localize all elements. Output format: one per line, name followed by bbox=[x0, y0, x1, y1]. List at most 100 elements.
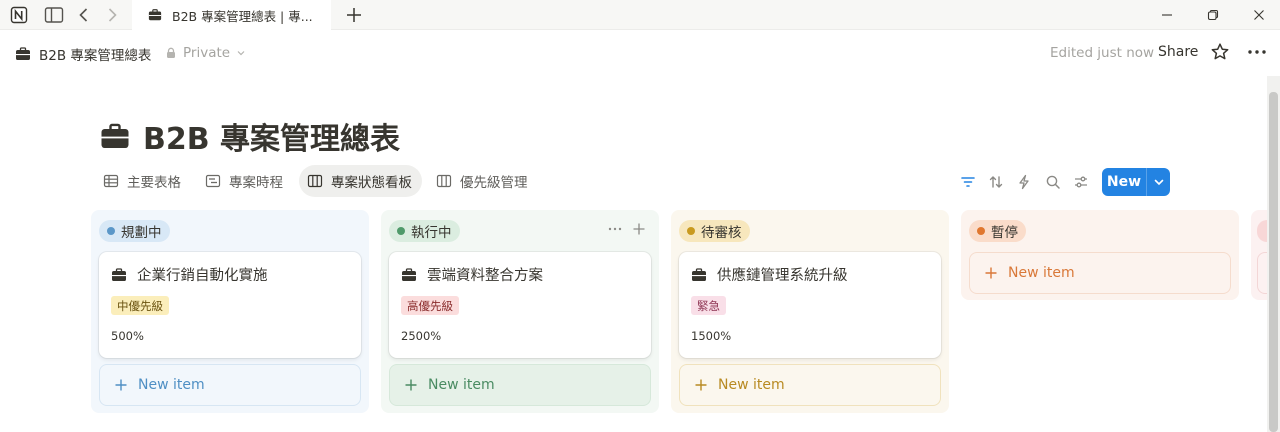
board-card[interactable]: 企業行銷自動化實施 中優先級 500% bbox=[99, 252, 361, 358]
lightning-icon[interactable] bbox=[1016, 174, 1032, 190]
board-card[interactable]: 雲端資料整合方案 高優先級 2500% bbox=[389, 252, 651, 358]
tab-main-table[interactable]: 主要表格 bbox=[95, 165, 191, 197]
plus-icon bbox=[985, 267, 997, 279]
board-icon bbox=[436, 174, 452, 188]
more-options-icon[interactable] bbox=[1246, 42, 1268, 62]
sidebar-toggle-icon[interactable] bbox=[44, 6, 64, 24]
column-header[interactable]: 待審核 bbox=[679, 220, 750, 242]
search-icon[interactable] bbox=[1045, 174, 1061, 190]
status-dot bbox=[977, 227, 985, 235]
column-name: 暫停 bbox=[991, 225, 1018, 241]
share-button[interactable]: Share bbox=[1158, 44, 1198, 60]
breadcrumb[interactable]: B2B 專案管理總表 bbox=[15, 44, 151, 64]
privacy-dropdown[interactable]: Private bbox=[165, 45, 246, 61]
sort-icon[interactable] bbox=[988, 174, 1004, 190]
column-name: 待審核 bbox=[701, 225, 742, 241]
status-dot bbox=[687, 227, 695, 235]
plus-icon[interactable] bbox=[631, 221, 647, 237]
tab-title: B2B 專案管理總表 | 專... bbox=[172, 8, 313, 24]
page-header: B2B 專案管理總表 Private Edited just now Share bbox=[0, 30, 1280, 76]
column-actions bbox=[607, 221, 647, 237]
browser-tab-active[interactable]: B2B 專案管理總表 | 專... bbox=[132, 0, 331, 30]
lock-icon bbox=[167, 47, 175, 58]
column-header-partial[interactable] bbox=[1257, 220, 1267, 242]
new-tab-plus-icon[interactable] bbox=[344, 5, 364, 25]
tab-label: 專案狀態看板 bbox=[331, 175, 412, 191]
board-column: 暫停 New item bbox=[961, 210, 1239, 300]
page-title[interactable]: B2B 專案管理總表 bbox=[100, 114, 400, 158]
settings-sliders-icon[interactable] bbox=[1073, 174, 1089, 190]
edited-status: Edited just now bbox=[1050, 45, 1155, 61]
new-item-label: New item bbox=[718, 377, 785, 393]
board-column: 執行中 雲端資料整合方案 高優先級 2500% New item bbox=[381, 210, 659, 413]
column-header[interactable]: 執行中 bbox=[389, 220, 460, 242]
card-title: 供應鏈管理系統升級 bbox=[691, 264, 848, 285]
status-dot bbox=[397, 227, 405, 235]
new-item-label: New item bbox=[428, 377, 495, 393]
new-button-label: New bbox=[1106, 174, 1142, 190]
briefcase-icon bbox=[148, 9, 162, 21]
plus-icon bbox=[405, 379, 417, 391]
briefcase-icon bbox=[112, 267, 126, 281]
view-tabs: 主要表格 專案時程 專案狀態看板 優先級管理 bbox=[95, 164, 544, 198]
briefcase-icon bbox=[16, 47, 30, 60]
new-item-button[interactable]: New item bbox=[99, 364, 361, 406]
minimize-icon[interactable] bbox=[1144, 0, 1190, 30]
board-column: 待審核 供應鏈管理系統升級 緊急 1500% New item bbox=[671, 210, 949, 413]
card-title: 企業行銷自動化實施 bbox=[111, 264, 268, 285]
notion-logo-icon[interactable] bbox=[10, 6, 28, 24]
plus-icon bbox=[695, 379, 707, 391]
privacy-label: Private bbox=[183, 45, 231, 61]
tab-project-status-board[interactable]: 專案狀態看板 bbox=[299, 165, 422, 197]
new-button[interactable]: New bbox=[1102, 168, 1170, 196]
forward-arrow-icon[interactable] bbox=[104, 6, 120, 24]
tab-project-timeline[interactable]: 專案時程 bbox=[197, 165, 293, 197]
card-title-text: 供應鏈管理系統升級 bbox=[717, 268, 848, 284]
briefcase-icon bbox=[692, 267, 706, 281]
more-options-icon[interactable] bbox=[607, 221, 623, 237]
new-item-button[interactable]: New item bbox=[679, 364, 941, 406]
priority-tag: 中優先級 bbox=[111, 296, 169, 315]
table-icon bbox=[103, 174, 119, 188]
tab-label: 主要表格 bbox=[127, 175, 181, 191]
column-name: 規劃中 bbox=[121, 225, 162, 241]
window-title-bar: B2B 專案管理總表 | 專... bbox=[0, 0, 1280, 30]
board-column: 規劃中 企業行銷自動化實施 中優先級 500% New item bbox=[91, 210, 369, 413]
progress-percent: 2500% bbox=[401, 329, 442, 343]
progress-percent: 500% bbox=[111, 329, 144, 343]
board-card[interactable]: 供應鏈管理系統升級 緊急 1500% bbox=[679, 252, 941, 358]
new-item-label: New item bbox=[138, 377, 205, 393]
chevron-down-icon[interactable] bbox=[1147, 176, 1170, 188]
restore-icon[interactable] bbox=[1190, 0, 1236, 30]
card-title-text: 雲端資料整合方案 bbox=[427, 268, 543, 284]
briefcase-icon bbox=[402, 267, 416, 281]
board-icon bbox=[307, 174, 323, 188]
column-header[interactable]: 暫停 bbox=[969, 220, 1026, 242]
close-icon[interactable] bbox=[1236, 0, 1280, 30]
priority-tag: 緊急 bbox=[691, 296, 726, 315]
column-header[interactable]: 規劃中 bbox=[99, 220, 170, 242]
briefcase-icon bbox=[101, 123, 129, 148]
plus-icon bbox=[115, 379, 127, 391]
scrollbar-thumb[interactable] bbox=[1269, 92, 1278, 432]
card-title-text: 企業行銷自動化實施 bbox=[137, 268, 268, 284]
new-item-button-partial[interactable] bbox=[1257, 252, 1267, 294]
timeline-icon bbox=[205, 174, 221, 188]
back-arrow-icon[interactable] bbox=[76, 6, 92, 24]
filter-icon[interactable] bbox=[960, 174, 976, 190]
star-icon[interactable] bbox=[1210, 42, 1230, 62]
page-title-text: B2B 專案管理總表 bbox=[143, 122, 401, 157]
breadcrumb-title: B2B 專案管理總表 bbox=[39, 48, 152, 64]
new-item-label: New item bbox=[1008, 265, 1075, 281]
new-item-button[interactable]: New item bbox=[389, 364, 651, 406]
column-name: 執行中 bbox=[411, 225, 452, 241]
new-item-button[interactable]: New item bbox=[969, 252, 1231, 294]
tab-priority-management[interactable]: 優先級管理 bbox=[428, 165, 538, 197]
tab-label: 專案時程 bbox=[229, 175, 283, 191]
card-title: 雲端資料整合方案 bbox=[401, 264, 543, 285]
priority-tag: 高優先級 bbox=[401, 296, 459, 315]
progress-percent: 1500% bbox=[691, 329, 732, 343]
status-dot bbox=[107, 227, 115, 235]
board-column-partial bbox=[1251, 210, 1267, 300]
chevron-down-icon bbox=[237, 51, 245, 56]
